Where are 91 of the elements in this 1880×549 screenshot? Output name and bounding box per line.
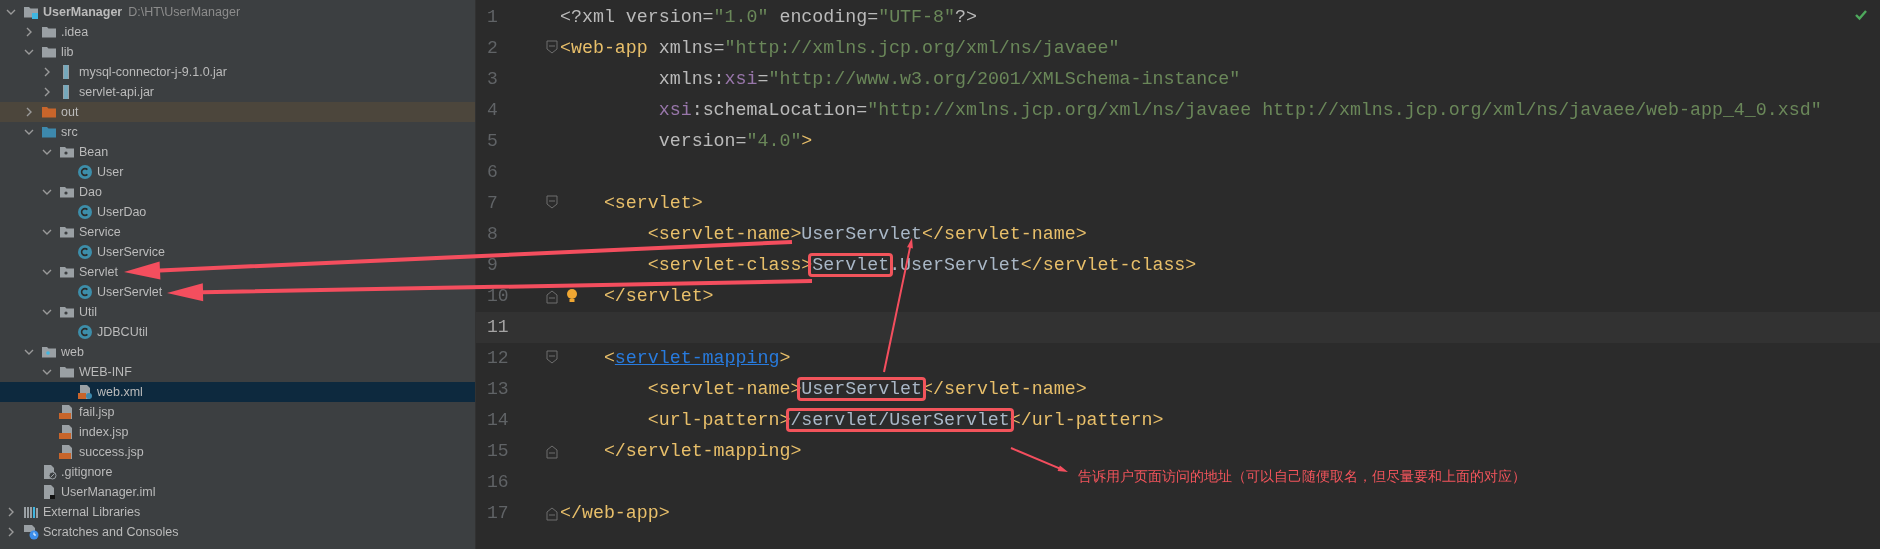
lightbulb-icon[interactable] xyxy=(566,287,578,304)
tree-item[interactable]: mysql-connector-j-9.1.0.jar xyxy=(0,62,475,82)
tree-item[interactable]: .gitignore xyxy=(0,462,475,482)
line-number: 4 xyxy=(486,100,499,120)
fold-marker-icon[interactable] xyxy=(545,288,559,304)
package-icon xyxy=(59,144,75,160)
line-number: 3 xyxy=(486,69,499,89)
line-number: 14 xyxy=(486,410,510,430)
line-number: 17 xyxy=(486,503,510,523)
jsp-file-icon xyxy=(59,444,75,460)
tree-item[interactable]: Bean xyxy=(0,142,475,162)
tree-item[interactable]: UserManager D:\HT\UserManager xyxy=(0,2,475,22)
code-line: <web-app xmlns="http://xmlns.jcp.org/xml/ns/javaee" xyxy=(560,36,1120,60)
package-icon xyxy=(59,224,75,240)
tree-item[interactable]: UserDao xyxy=(0,202,475,222)
tree-item[interactable]: UserManager.iml xyxy=(0,482,475,502)
scratch-icon xyxy=(23,524,39,540)
line-number: 7 xyxy=(486,193,499,213)
tree-item[interactable]: success.jsp xyxy=(0,442,475,462)
line-number: 6 xyxy=(486,162,499,182)
line-number: 9 xyxy=(486,255,499,275)
package-icon xyxy=(59,184,75,200)
code-line: version="4.0"> xyxy=(657,129,813,153)
tree-item[interactable]: Service xyxy=(0,222,475,242)
line-number: 11 xyxy=(486,317,510,337)
line-number: 16 xyxy=(486,472,510,492)
class-icon xyxy=(77,164,93,180)
code-line: <servlet-mapping> xyxy=(602,346,791,370)
line-number: 12 xyxy=(486,348,510,368)
code-line: </web-app> xyxy=(560,501,670,525)
tree-item[interactable]: web.xml xyxy=(0,382,475,402)
tree-item[interactable]: WEB-INF xyxy=(0,362,475,382)
ignore-file-icon xyxy=(41,464,57,480)
tree-item[interactable]: JDBCUtil xyxy=(0,322,475,342)
line-number: 8 xyxy=(486,224,499,244)
fold-marker-icon[interactable] xyxy=(545,40,559,56)
folder-icon xyxy=(41,124,57,140)
tree-item[interactable]: UserServlet xyxy=(0,282,475,302)
code-line: xsi:schemaLocation="http://xmlns.jcp.org/xml/ns/javaee http://xmlns.jcp.org/xml/ns/javaee/web-app_4_0.xsd" xyxy=(657,98,1822,122)
tree-item[interactable]: External Libraries xyxy=(0,502,475,522)
class-icon xyxy=(77,324,93,340)
code-line: xmlns:xsi="http://www.w3.org/2001/XMLSchema-instance" xyxy=(657,67,1241,91)
code-line: </servlet> xyxy=(560,280,714,312)
code-line: </servlet-mapping> xyxy=(602,439,802,463)
line-number: 15 xyxy=(486,441,510,461)
folder-icon xyxy=(41,344,57,360)
line-number: 2 xyxy=(486,38,499,58)
folder-icon xyxy=(59,364,75,380)
xml-file-icon xyxy=(77,384,93,400)
jsp-file-icon xyxy=(59,404,75,420)
package-icon xyxy=(59,264,75,280)
class-icon xyxy=(77,284,93,300)
class-icon xyxy=(77,244,93,260)
folder-icon xyxy=(41,24,57,40)
jsp-file-icon xyxy=(59,424,75,440)
folder-icon xyxy=(41,44,57,60)
tree-item[interactable]: Scratches and Consoles xyxy=(0,522,475,542)
folder-icon xyxy=(41,104,57,120)
tree-item[interactable]: fail.jsp xyxy=(0,402,475,422)
file-icon xyxy=(41,484,57,500)
tree-item[interactable]: Servlet xyxy=(0,262,475,282)
tree-item[interactable]: lib xyxy=(0,42,475,62)
library-icon xyxy=(23,504,39,520)
code-line: <?xml version="1.0" encoding="UTF-8"?> xyxy=(560,5,977,29)
fold-marker-icon[interactable] xyxy=(545,443,559,459)
package-icon xyxy=(59,304,75,320)
line-number: 5 xyxy=(486,131,499,151)
tree-item[interactable]: web xyxy=(0,342,475,362)
tree-item[interactable]: UserService xyxy=(0,242,475,262)
check-icon[interactable] xyxy=(1854,8,1868,22)
fold-marker-icon[interactable] xyxy=(545,505,559,521)
arrow xyxy=(1010,447,1068,472)
annotation-note: 告诉用户页面访问的地址（可以自己随便取名，但尽量要和上面的对应） xyxy=(1078,468,1526,486)
module-icon xyxy=(23,4,39,20)
code-line: <servlet> xyxy=(602,191,703,215)
tree-item[interactable]: Dao xyxy=(0,182,475,202)
fold-marker-icon[interactable] xyxy=(545,350,559,366)
tree-item[interactable]: index.jsp xyxy=(0,422,475,442)
tree-item[interactable]: Util xyxy=(0,302,475,322)
code-line: <servlet-name>UserServlet</servlet-name> xyxy=(646,222,1087,246)
project-path: D:\HT\UserManager xyxy=(128,5,241,19)
line-number: 10 xyxy=(486,286,510,306)
tree-item[interactable]: servlet-api.jar xyxy=(0,82,475,102)
tree-item[interactable]: .idea xyxy=(0,22,475,42)
line-number: 13 xyxy=(486,379,510,399)
line-number: 1 xyxy=(486,7,499,27)
tree-item[interactable]: out xyxy=(0,102,475,122)
tree-item[interactable]: src xyxy=(0,122,475,142)
class-icon xyxy=(77,204,93,220)
fold-marker-icon[interactable] xyxy=(545,195,559,211)
tree-item[interactable]: User xyxy=(0,162,475,182)
